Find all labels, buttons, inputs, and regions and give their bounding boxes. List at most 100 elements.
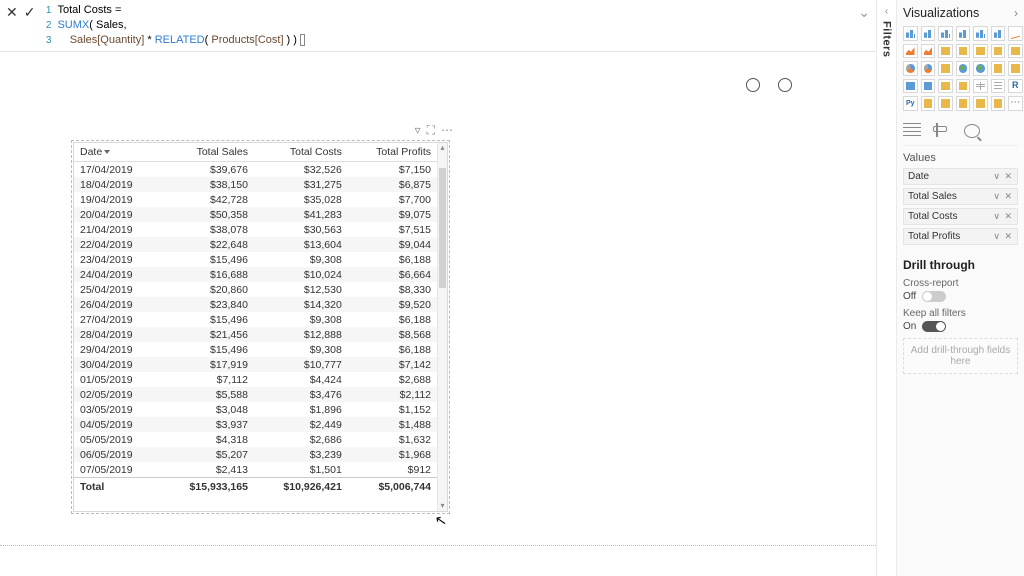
data-table: DateTotal SalesTotal CostsTotal Profits … [74, 143, 437, 496]
table-row[interactable]: 04/05/2019$3,937$2,449$1,488 [74, 417, 437, 432]
paginated-icon[interactable] [973, 96, 988, 111]
filter-icon[interactable]: ▿ [415, 123, 421, 138]
slicer-visual[interactable] [696, 54, 866, 94]
get-more-visuals-icon[interactable] [1008, 96, 1023, 111]
collapse-pane-icon[interactable]: › [1014, 6, 1018, 20]
arcgis-icon[interactable] [991, 96, 1006, 111]
stacked-area-icon[interactable] [921, 44, 936, 59]
column-header[interactable]: Total Costs [254, 143, 348, 162]
table-row[interactable]: 06/05/2019$5,207$3,239$1,968 [74, 447, 437, 462]
table-row[interactable]: 20/04/2019$50,358$41,283$9,075 [74, 207, 437, 222]
table-row[interactable]: 25/04/2019$20,860$12,530$8,330 [74, 282, 437, 297]
drill-through-heading: Drill through [903, 258, 1018, 272]
table-row[interactable]: 27/04/2019$15,496$9,308$6,188 [74, 312, 437, 327]
table-row[interactable]: 22/04/2019$22,648$13,604$9,044 [74, 237, 437, 252]
keep-filters-label: Keep all filters [903, 308, 1018, 319]
text-caret [300, 34, 305, 46]
table-row[interactable]: 24/04/2019$16,688$10,024$6,664 [74, 267, 437, 282]
gauge-icon[interactable] [1008, 61, 1023, 76]
field-format-tabs [903, 119, 1018, 146]
python-visual-icon[interactable] [903, 96, 918, 111]
card-icon[interactable] [903, 79, 918, 94]
scroll-up-icon[interactable]: ▴ [438, 143, 447, 153]
focus-mode-icon[interactable]: ⛶ [427, 123, 435, 138]
qna-icon[interactable] [956, 96, 971, 111]
r-visual-icon[interactable] [1008, 79, 1023, 94]
field-well-item[interactable]: Total Sales∨ ✕ [903, 188, 1018, 205]
field-well-item[interactable]: Date∨ ✕ [903, 168, 1018, 185]
scatter-icon[interactable] [1008, 44, 1023, 59]
keep-filters-toggle[interactable]: On [903, 321, 1018, 332]
treemap-icon[interactable] [938, 61, 953, 76]
visualizations-pane: Visualizations › [896, 0, 1024, 576]
field-well-controls[interactable]: ∨ ✕ [993, 231, 1013, 242]
scrollbar-vertical[interactable]: ▴ ▾ [437, 143, 447, 511]
expand-formula-icon[interactable]: ⌄ [852, 2, 876, 23]
dax-editor[interactable]: 1Total Costs = 2SUMX( Sales, 3 Sales[Qua… [41, 2, 852, 49]
table-row[interactable]: 03/05/2019$3,048$1,896$1,152 [74, 402, 437, 417]
kpi-icon[interactable] [938, 79, 953, 94]
field-well-item[interactable]: Total Costs∨ ✕ [903, 208, 1018, 225]
report-canvas[interactable]: ▿ ⛶ ⋯ DateTotal SalesTotal CostsTotal Pr… [0, 52, 876, 576]
filters-pane-collapsed[interactable]: ‹ Filters [876, 0, 896, 576]
commit-icon[interactable]: ✓ [24, 4, 36, 21]
cancel-icon[interactable]: ✕ [6, 4, 18, 21]
100pct-column-icon[interactable] [991, 26, 1006, 41]
table-row[interactable]: 05/05/2019$4,318$2,686$1,632 [74, 432, 437, 447]
analytics-tab-icon[interactable] [963, 123, 981, 139]
cross-report-toggle[interactable]: Off [903, 291, 1018, 302]
decomposition-icon[interactable] [938, 96, 953, 111]
table-row[interactable]: 21/04/2019$38,078$30,563$7,515 [74, 222, 437, 237]
fields-tab-icon[interactable] [903, 123, 921, 139]
table-row[interactable]: 30/04/2019$17,919$10,777$7,142 [74, 357, 437, 372]
scroll-down-icon[interactable]: ▾ [438, 501, 447, 511]
funnel-icon[interactable] [991, 61, 1006, 76]
column-header[interactable]: Total Sales [160, 143, 254, 162]
table-icon[interactable] [973, 79, 988, 94]
donut-chart-icon[interactable] [921, 61, 936, 76]
expand-filters-icon[interactable]: ‹ [885, 6, 888, 17]
stacked-bar-icon[interactable] [903, 26, 918, 41]
field-well-controls[interactable]: ∨ ✕ [993, 191, 1013, 202]
format-tab-icon[interactable] [933, 123, 951, 139]
drill-through-dropzone[interactable]: Add drill-through fields here [903, 338, 1018, 374]
table-row[interactable]: 19/04/2019$42,728$35,028$7,700 [74, 192, 437, 207]
stacked-column-icon[interactable] [921, 26, 936, 41]
column-header[interactable]: Total Profits [348, 143, 437, 162]
table-row[interactable]: 17/04/2019$39,676$32,526$7,150 [74, 162, 437, 178]
scroll-thumb[interactable] [439, 168, 446, 288]
ribbon-icon[interactable] [973, 44, 988, 59]
table-row[interactable]: 02/05/2019$5,588$3,476$2,112 [74, 387, 437, 402]
table-row[interactable]: 07/05/2019$2,413$1,501$912 [74, 462, 437, 478]
waterfall-icon[interactable] [991, 44, 1006, 59]
column-header[interactable]: Date [74, 143, 160, 162]
clustered-bar-icon[interactable] [938, 26, 953, 41]
area-chart-icon[interactable] [903, 44, 918, 59]
map-icon[interactable] [956, 61, 971, 76]
slider-handle[interactable] [746, 78, 760, 92]
more-options-icon[interactable]: ⋯ [441, 123, 453, 138]
table-row[interactable]: 01/05/2019$7,112$4,424$2,688 [74, 372, 437, 387]
slider-handle[interactable] [778, 78, 792, 92]
line-chart-icon[interactable] [1008, 26, 1023, 41]
field-well-controls[interactable]: ∨ ✕ [993, 211, 1013, 222]
clustered-column-icon[interactable] [956, 26, 971, 41]
table-row[interactable]: 18/04/2019$38,150$31,275$6,875 [74, 177, 437, 192]
table-row[interactable]: 23/04/2019$15,496$9,308$6,188 [74, 252, 437, 267]
100pct-bar-icon[interactable] [973, 26, 988, 41]
slicer-icon[interactable] [956, 79, 971, 94]
key-influencers-icon[interactable] [921, 96, 936, 111]
pie-chart-icon[interactable] [903, 61, 918, 76]
multi-row-card-icon[interactable] [921, 79, 936, 94]
table-visual[interactable]: ▿ ⛶ ⋯ DateTotal SalesTotal CostsTotal Pr… [73, 142, 448, 512]
table-row[interactable]: 29/04/2019$15,496$9,308$6,188 [74, 342, 437, 357]
line-clustered-icon[interactable] [956, 44, 971, 59]
table-row[interactable]: 26/04/2019$23,840$14,320$9,520 [74, 297, 437, 312]
field-well-controls[interactable]: ∨ ✕ [993, 171, 1013, 182]
field-well-item[interactable]: Total Profits∨ ✕ [903, 228, 1018, 245]
filled-map-icon[interactable] [973, 61, 988, 76]
line-column-icon[interactable] [938, 44, 953, 59]
total-cell: $5,006,744 [348, 478, 437, 497]
matrix-icon[interactable] [991, 79, 1006, 94]
table-row[interactable]: 28/04/2019$21,456$12,888$8,568 [74, 327, 437, 342]
